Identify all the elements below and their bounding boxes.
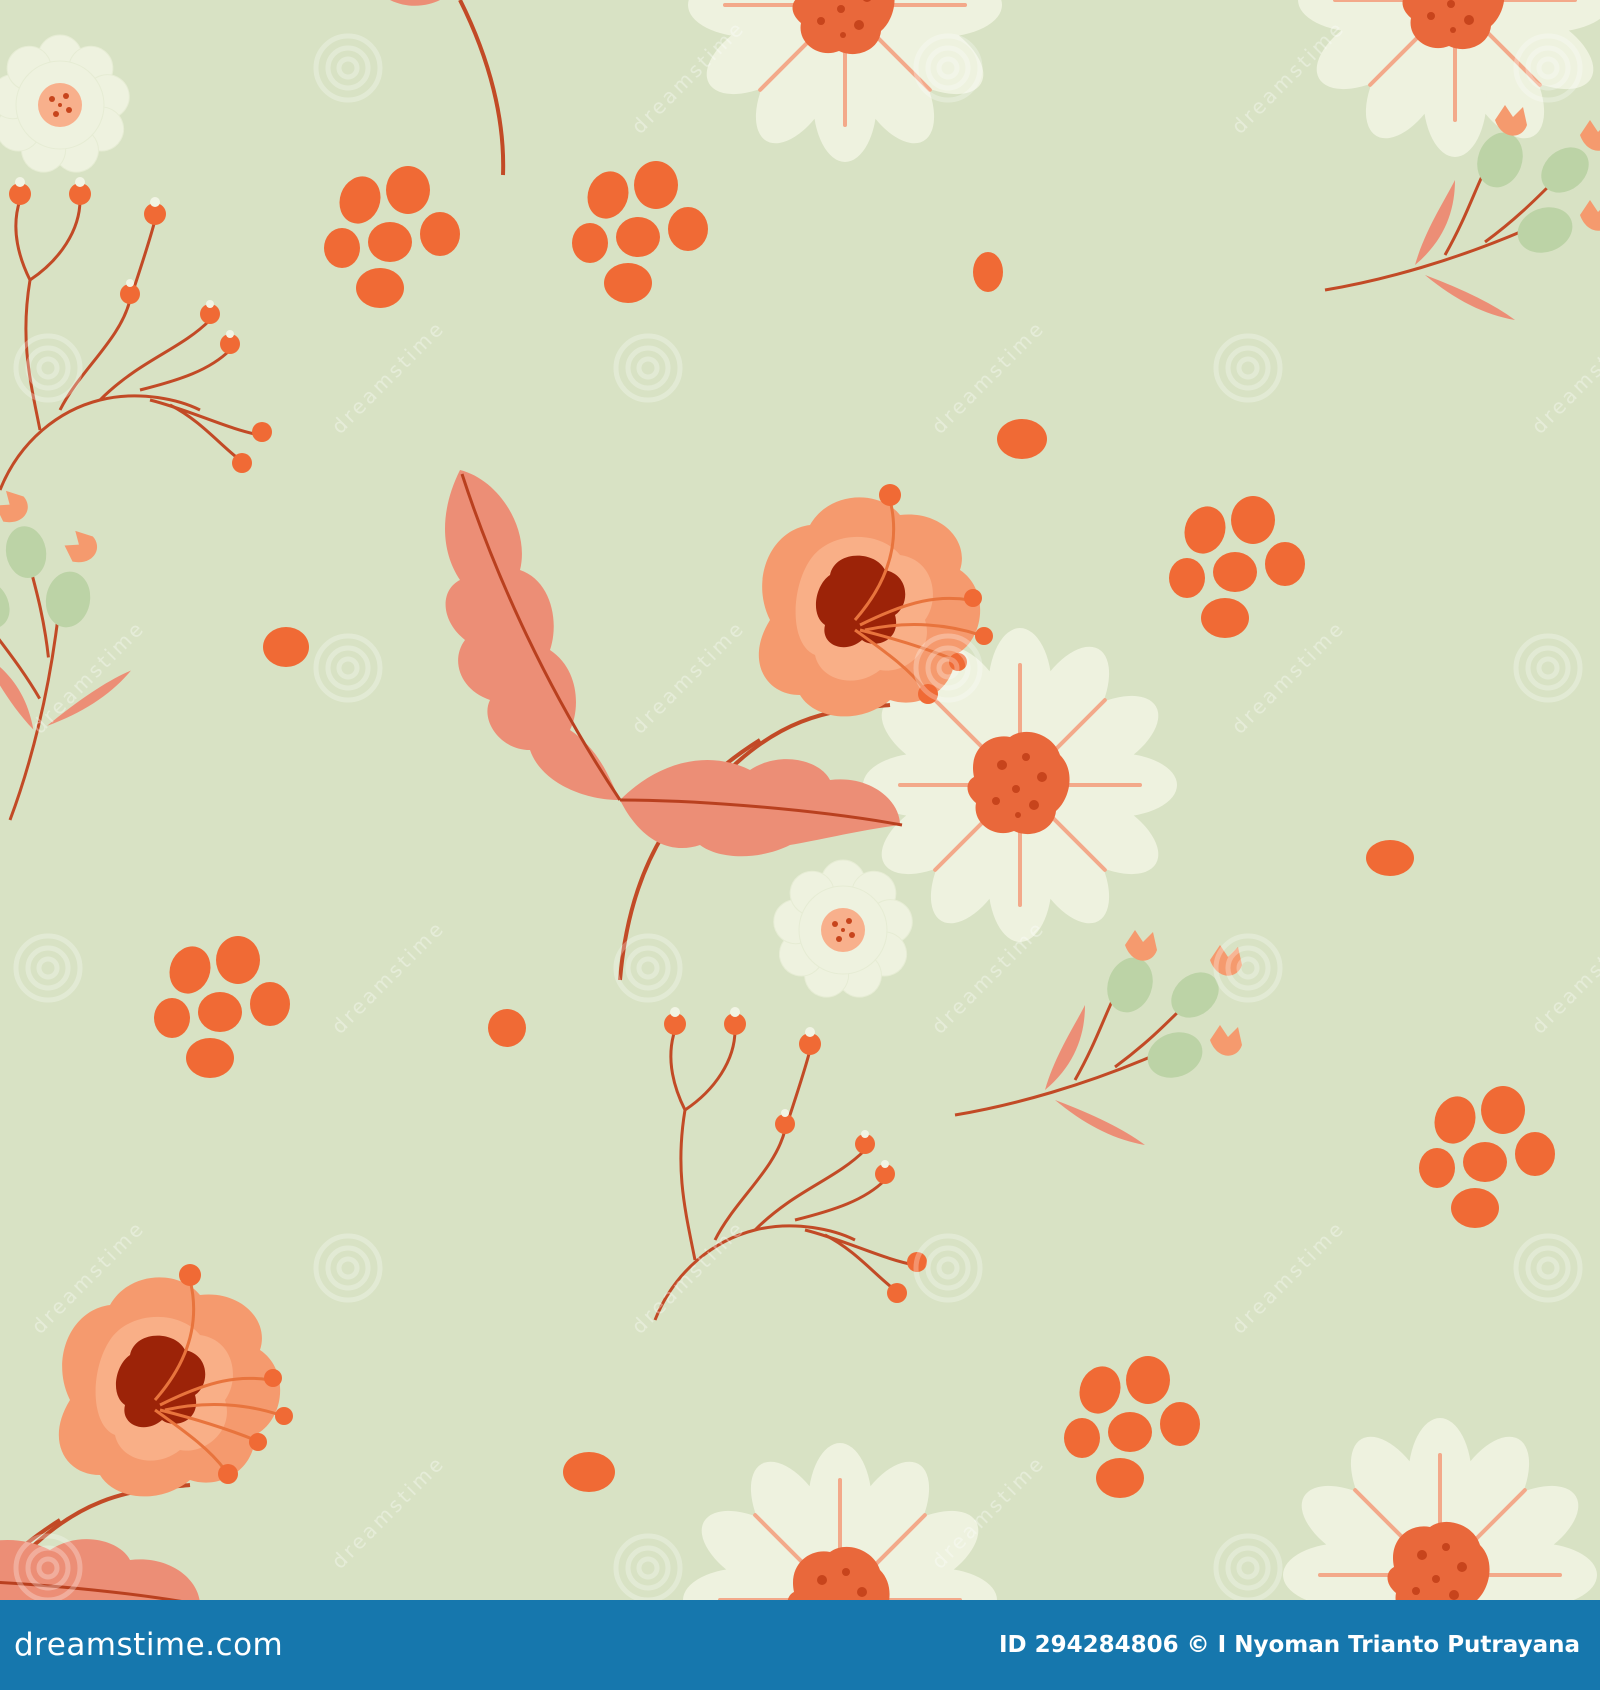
dreamstime-logo[interactable]: dreamstime.com xyxy=(14,1627,283,1663)
stock-footer-bar: dreamstime.com ID 294284806 © I Nyoman T… xyxy=(0,1600,1600,1690)
floral-pattern-artwork: dreamstime dreamstime dreamstime dreamst… xyxy=(0,0,1600,1600)
stock-image: dreamstime dreamstime dreamstime dreamst… xyxy=(0,0,1600,1690)
image-credit: ID 294284806 © I Nyoman Trianto Putrayan… xyxy=(998,1632,1580,1658)
